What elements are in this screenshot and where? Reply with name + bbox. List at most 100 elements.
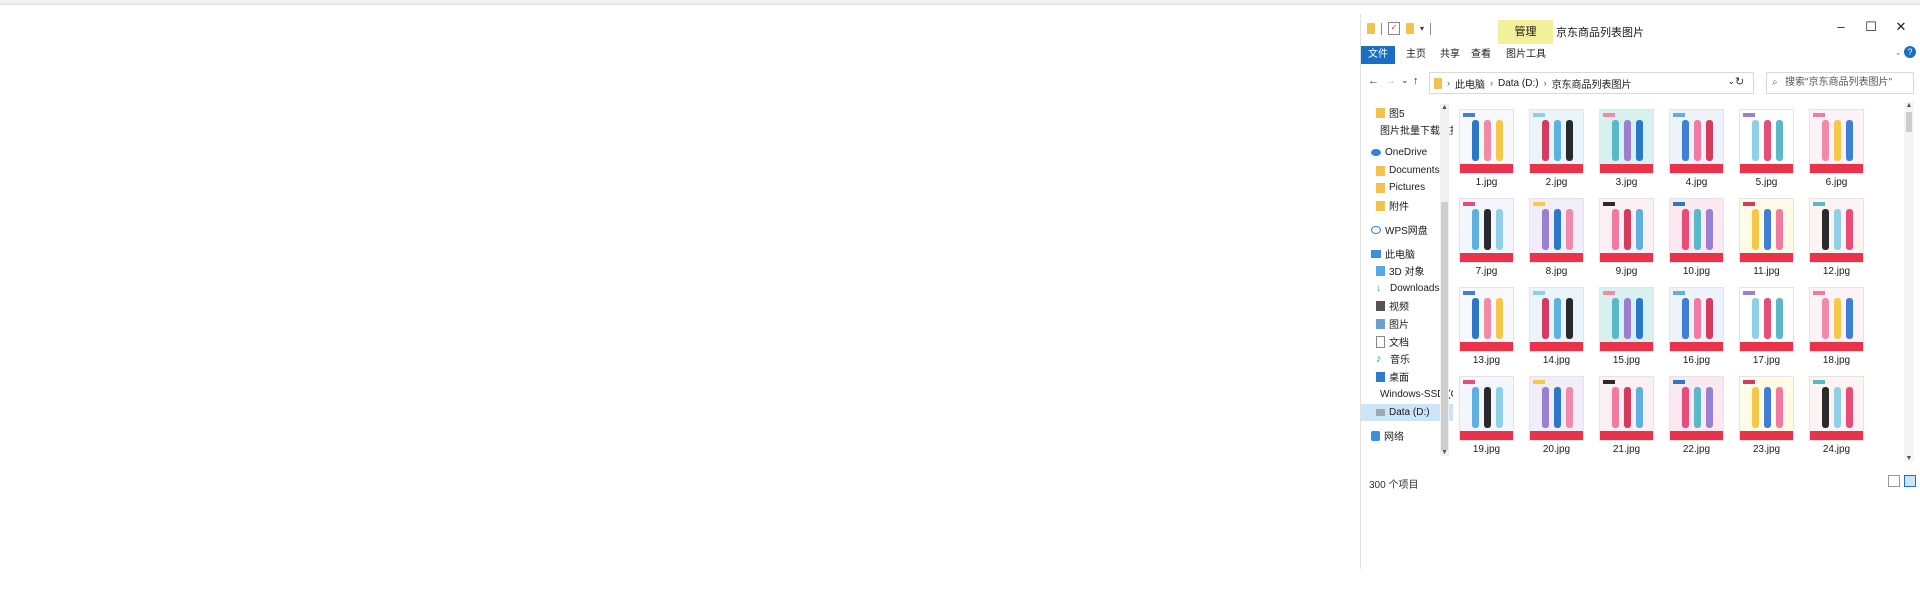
- search-input[interactable]: ⌕ 搜索"京东商品列表图片": [1766, 72, 1914, 94]
- file-item[interactable]: 3.jpg: [1598, 109, 1655, 188]
- scrollbar-thumb[interactable]: [1906, 112, 1912, 132]
- file-thumbnail: [1459, 109, 1514, 174]
- product-image: [1554, 298, 1561, 339]
- product-image: [1752, 120, 1759, 161]
- product-image: [1612, 387, 1619, 428]
- sidebar-item-label: 图5: [1389, 109, 1405, 120]
- file-item[interactable]: 4.jpg: [1668, 109, 1725, 188]
- tab-file[interactable]: 文件: [1361, 46, 1395, 64]
- breadcrumb-data-drive[interactable]: Data (D:): [1498, 78, 1539, 89]
- file-grid-scrollbar[interactable]: ▲ ▼: [1904, 102, 1914, 462]
- price-banner: [1740, 431, 1793, 440]
- file-item[interactable]: 22.jpg: [1668, 376, 1725, 455]
- new-folder-icon[interactable]: [1406, 23, 1414, 34]
- price-banner: [1740, 342, 1793, 351]
- file-name: 2.jpg: [1545, 177, 1568, 188]
- up-button[interactable]: ↑: [1413, 75, 1419, 87]
- tab-home[interactable]: 主页: [1406, 46, 1426, 64]
- file-item[interactable]: 8.jpg: [1528, 198, 1585, 277]
- product-image: [1566, 120, 1573, 161]
- scrollbar-thumb[interactable]: [1441, 202, 1448, 450]
- forward-button[interactable]: →: [1385, 75, 1396, 87]
- expand-ribbon-chevron-icon[interactable]: ⌄: [1894, 47, 1902, 58]
- scroll-up-arrow-icon[interactable]: ▲: [1440, 104, 1449, 111]
- brand-logo: [1743, 202, 1755, 206]
- file-item[interactable]: 5.jpg: [1738, 109, 1795, 188]
- tab-manage[interactable]: 管理: [1498, 20, 1553, 44]
- file-item[interactable]: 18.jpg: [1808, 287, 1865, 366]
- product-image: [1706, 387, 1713, 428]
- maximize-button[interactable]: ☐: [1856, 14, 1886, 40]
- product-image: [1834, 298, 1841, 339]
- properties-icon[interactable]: ✓: [1388, 22, 1400, 35]
- file-item[interactable]: 11.jpg: [1738, 198, 1795, 277]
- file-explorer-window: ✓ ▾ 管理 京东商品列表图片 – ☐ ✕ 文件 主页 共享 查看 图片工具 ⌄…: [1360, 14, 1916, 569]
- close-button[interactable]: ✕: [1886, 14, 1916, 40]
- customize-toolbar-chevron-icon[interactable]: ▾: [1420, 24, 1424, 33]
- price-banner: [1670, 431, 1723, 440]
- file-item[interactable]: 15.jpg: [1598, 287, 1655, 366]
- scroll-up-arrow-icon[interactable]: ▲: [1904, 102, 1914, 109]
- file-item[interactable]: 12.jpg: [1808, 198, 1865, 277]
- file-thumbnail: [1529, 109, 1584, 174]
- details-view-icon[interactable]: [1888, 475, 1900, 487]
- tab-view[interactable]: 查看: [1471, 46, 1491, 64]
- file-name: 17.jpg: [1752, 355, 1781, 366]
- product-image: [1472, 298, 1479, 339]
- navigation-pane-scrollbar[interactable]: ▲ ▼: [1440, 104, 1449, 456]
- address-history-dropdown-icon[interactable]: ⌄: [1727, 76, 1735, 87]
- product-image: [1612, 209, 1619, 250]
- tab-share[interactable]: 共享: [1440, 46, 1460, 64]
- recent-locations-button[interactable]: ⌄: [1401, 75, 1409, 86]
- file-thumbnail: [1739, 109, 1794, 174]
- brand-logo: [1463, 202, 1475, 206]
- product-image: [1834, 209, 1841, 250]
- file-thumbnail: [1599, 376, 1654, 441]
- file-item[interactable]: 7.jpg: [1458, 198, 1515, 277]
- tab-picture-tools[interactable]: 图片工具: [1506, 46, 1546, 64]
- file-name: 14.jpg: [1542, 355, 1571, 366]
- chevron-right-icon[interactable]: ›: [1490, 78, 1493, 88]
- sidebar-item-label: Data (D:): [1389, 407, 1430, 418]
- price-banner: [1670, 253, 1723, 262]
- status-bar: 300 个项目: [1361, 474, 1916, 492]
- file-item[interactable]: 1.jpg: [1458, 109, 1515, 188]
- address-box[interactable]: › 此电脑 › Data (D:) › 京东商品列表图片 ⌄: [1429, 72, 1754, 94]
- brand-logo: [1743, 291, 1755, 295]
- breadcrumb-current-folder[interactable]: 京东商品列表图片: [1552, 76, 1632, 91]
- search-icon: ⌕: [1772, 77, 1778, 88]
- product-image: [1624, 298, 1631, 339]
- file-item[interactable]: 20.jpg: [1528, 376, 1585, 455]
- file-item[interactable]: 19.jpg: [1458, 376, 1515, 455]
- file-item[interactable]: 23.jpg: [1738, 376, 1795, 455]
- file-item[interactable]: 10.jpg: [1668, 198, 1725, 277]
- refresh-button[interactable]: ↻: [1735, 75, 1744, 88]
- file-thumbnail: [1669, 198, 1724, 263]
- file-item[interactable]: 24.jpg: [1808, 376, 1865, 455]
- file-item[interactable]: 17.jpg: [1738, 287, 1795, 366]
- file-name: 10.jpg: [1682, 266, 1711, 277]
- help-icon[interactable]: ?: [1904, 46, 1916, 58]
- folder-icon: [1376, 107, 1385, 118]
- breadcrumb-this-pc[interactable]: 此电脑: [1455, 76, 1485, 91]
- product-image: [1472, 120, 1479, 161]
- scroll-down-arrow-icon[interactable]: ▼: [1904, 455, 1914, 462]
- chevron-right-icon[interactable]: ›: [1544, 78, 1547, 88]
- scroll-down-arrow-icon[interactable]: ▼: [1440, 449, 1449, 456]
- file-item[interactable]: 16.jpg: [1668, 287, 1725, 366]
- address-bar-row: ← → ⌄ ↑ › 此电脑 › Data (D:) › 京东商品列表图片 ⌄ ↻…: [1361, 71, 1916, 97]
- back-button[interactable]: ←: [1368, 75, 1379, 87]
- file-item[interactable]: 9.jpg: [1598, 198, 1655, 277]
- file-item[interactable]: 6.jpg: [1808, 109, 1865, 188]
- file-name: 5.jpg: [1755, 177, 1778, 188]
- product-image: [1764, 387, 1771, 428]
- file-item[interactable]: 21.jpg: [1598, 376, 1655, 455]
- chevron-right-icon[interactable]: ›: [1447, 78, 1450, 88]
- price-banner: [1810, 253, 1863, 262]
- file-item[interactable]: 2.jpg: [1528, 109, 1585, 188]
- file-item[interactable]: 13.jpg: [1458, 287, 1515, 366]
- large-icons-view-icon[interactable]: [1904, 475, 1916, 487]
- minimize-button[interactable]: –: [1826, 14, 1856, 40]
- product-image: [1846, 209, 1853, 250]
- file-item[interactable]: 14.jpg: [1528, 287, 1585, 366]
